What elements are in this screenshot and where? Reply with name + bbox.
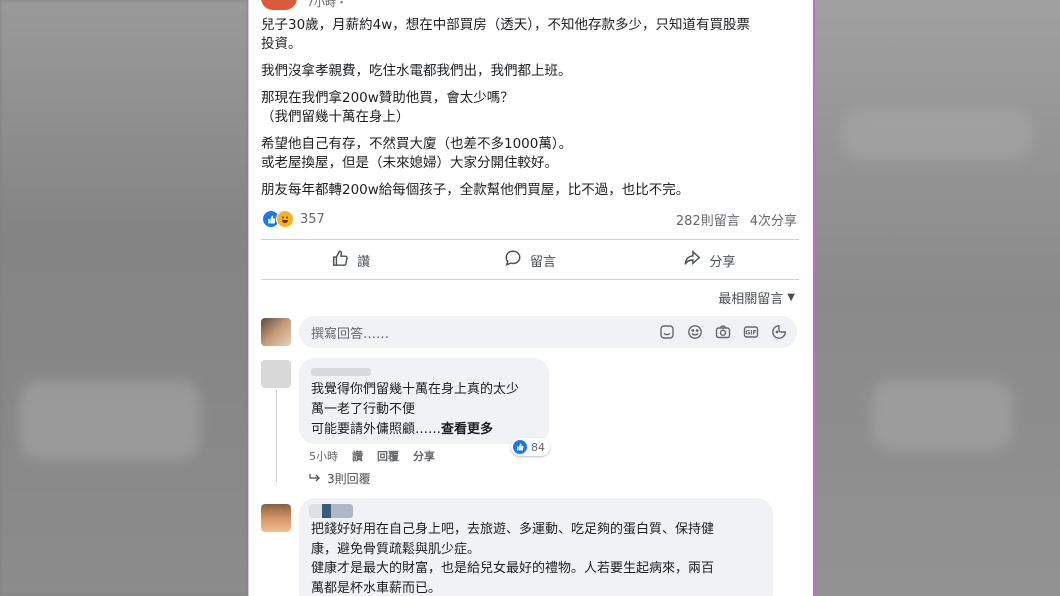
post-paragraph-3: 那現在我們拿200w贊助他買，會太少嗎？ （我們留幾十萬在身上） [261, 90, 514, 125]
commenter-name-redacted[interactable] [309, 504, 353, 518]
comment-time[interactable]: 5小時 [309, 448, 338, 464]
commenter-name-redacted[interactable] [311, 368, 371, 376]
comment-bubble: 把錢好好用在自己身上吧，去旅遊、多運動、吃足夠的蛋白質、保持健 康，避免骨質疏鬆… [299, 498, 773, 596]
reply-toolbar: GIF [659, 324, 787, 340]
post-paragraph-2: 我們沒拿孝親費，吃住水電都我們出，我們都上班。 [261, 63, 572, 79]
share-count[interactable]: 4次分享 [750, 210, 797, 229]
camera-icon[interactable] [715, 324, 731, 340]
like-reaction-icon [513, 440, 527, 454]
commenter-avatar[interactable] [261, 360, 291, 388]
commenter-avatar[interactable] [261, 504, 291, 532]
replies-count: 3則回覆 [327, 472, 371, 486]
comment-reply-link[interactable]: 回覆 [377, 448, 399, 464]
post-paragraph-1: 兒子30歲，月薪約4w，想在中部買房（透天），不知他存款多少，只知道有買股票 投… [261, 17, 751, 52]
emoji-icon[interactable] [687, 324, 703, 340]
comment-text: 我覺得你們留幾十萬在身上真的太少 萬一老了行動不便 可能要請外傭照顧……查看更多 [311, 382, 520, 437]
comment-share-link[interactable]: 分享 [413, 448, 435, 464]
comment-like-link[interactable]: 讚 [352, 448, 363, 464]
comment-text: 把錢好好用在自己身上吧，去旅遊、多運動、吃足夠的蛋白質、保持健 康，避免骨質疏鬆… [311, 522, 715, 596]
like-button[interactable]: 讚 [261, 242, 440, 278]
comment-sort-dropdown[interactable]: 最相關留言 ▼ [718, 288, 795, 307]
comment-button[interactable]: 留言 [440, 242, 619, 278]
caret-down-icon: ▼ [787, 292, 795, 303]
thread-line [276, 390, 277, 482]
comment-like-count: 84 [531, 440, 545, 454]
sticker-icon[interactable] [659, 324, 675, 340]
post-body: 兒子30歲，月薪約4w，想在中部買房（透天），不知他存款多少，只知道有買股票 投… [261, 16, 801, 208]
thumbs-up-icon [331, 249, 349, 271]
divider [261, 239, 799, 240]
share-arrow-icon [683, 249, 701, 271]
comment-count[interactable]: 282則留言 [676, 210, 740, 229]
svg-text:GIF: GIF [745, 330, 756, 337]
blurred-background-left [0, 0, 248, 596]
sort-label: 最相關留言 [718, 292, 784, 307]
reaction-summary[interactable]: 357 [263, 208, 325, 230]
view-replies-link[interactable]: 3則回覆 [309, 470, 371, 487]
current-user-avatar[interactable] [261, 318, 291, 346]
background-blur-blob [20, 380, 200, 460]
comment-label: 留言 [529, 254, 556, 270]
avatar-sticker-icon[interactable] [771, 324, 787, 340]
reaction-count: 357 [300, 211, 325, 227]
blurred-background-right [812, 0, 1060, 596]
post-paragraph-5: 朋友每年都轉200w給每個孩子，全款幫他們買屋，比不過，也比不完。 [261, 182, 690, 198]
reply-placeholder: 撰寫回答…… [311, 326, 390, 342]
reply-arrow-icon [309, 472, 321, 486]
comment-meta: 5小時 讚 回覆 分享 [309, 448, 435, 464]
comment-bubble: 我覺得你們留幾十萬在身上真的太少 萬一老了行動不便 可能要請外傭照顧……查看更多 [299, 358, 549, 444]
share-label: 分享 [709, 254, 736, 270]
comment-bubble-icon [504, 249, 522, 271]
poster-avatar[interactable] [261, 0, 297, 10]
divider [261, 279, 799, 280]
share-button[interactable]: 分享 [620, 242, 799, 278]
like-label: 讚 [357, 254, 371, 270]
reply-input[interactable]: 撰寫回答…… GIF [299, 316, 797, 348]
post-stats: 282則留言 4次分享 [676, 210, 797, 229]
gif-icon[interactable]: GIF [743, 324, 759, 340]
see-more-link[interactable]: 查看更多 [441, 422, 493, 437]
post-time: 7小時・ [307, 0, 347, 9]
post-paragraph-4: 希望他自己有存，不然買大廈（也差不多1000萬）。 或老屋換屋，但是（未來媳婦）… [261, 136, 573, 171]
haha-reaction-icon [276, 210, 294, 228]
facebook-post-card: 7小時・ 兒子30歲，月薪約4w，想在中部買房（透天），不知他存款多少，只知道有… [248, 0, 815, 596]
post-action-bar: 讚 留言 分享 [261, 242, 799, 278]
comment-like-badge[interactable]: 84 [511, 438, 550, 456]
